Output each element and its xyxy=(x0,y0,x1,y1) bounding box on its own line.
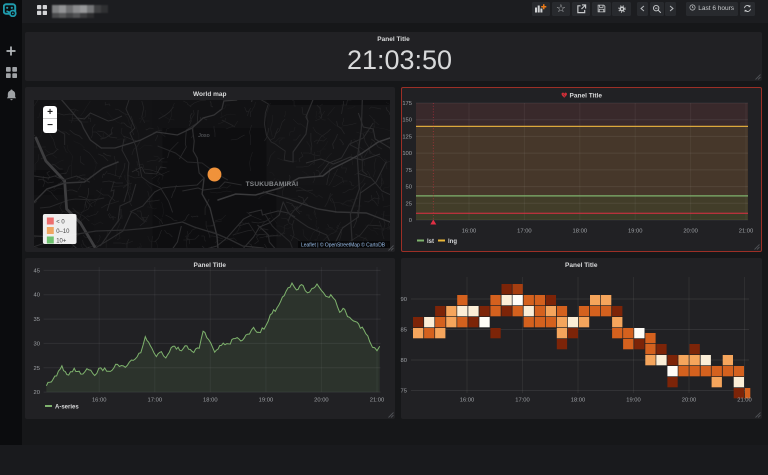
svg-text:0–10: 0–10 xyxy=(56,229,70,235)
svg-text:< 0: < 0 xyxy=(56,219,65,225)
svg-text:Joso: Joso xyxy=(198,133,209,139)
svg-text:10+: 10+ xyxy=(56,238,67,244)
svg-text:TSUKUBAMIRAI: TSUKUBAMIRAI xyxy=(246,181,299,188)
